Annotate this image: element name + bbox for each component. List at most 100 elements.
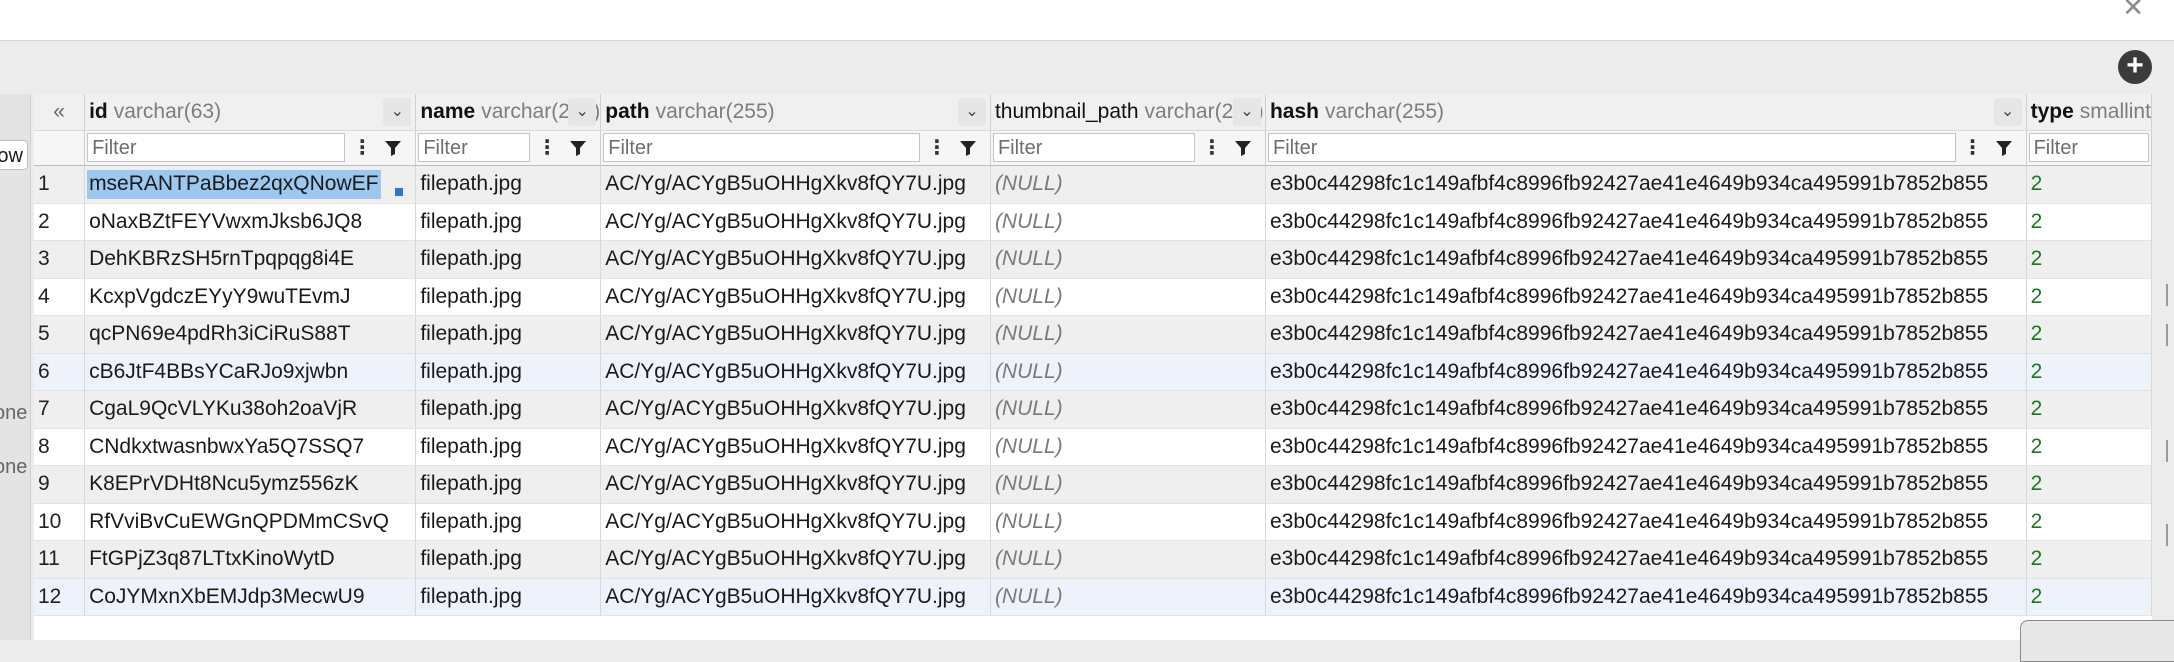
column-header-name[interactable]: name varchar(255) ⌄ [415, 94, 602, 131]
close-icon[interactable]: ✕ [2122, 0, 2144, 20]
cell-name[interactable]: filepath.jpg [415, 165, 602, 204]
table-row[interactable]: 4 KcxpVgdczEYyY9wuTEvmJ filepath.jpg AC/Yg/… [34, 278, 2152, 316]
cell-name[interactable]: filepath.jpg [415, 240, 602, 279]
table-row[interactable]: 5 qcPN69e4pdRh3iCiRuS88T filepath.jpg AC/Yg… [34, 315, 2152, 354]
cell-num[interactable]: 9 [34, 465, 86, 504]
cell-path[interactable]: AC/Yg/ACYgB5uOHHgXkv8fQY7U.jpg [600, 353, 991, 391]
cell-path[interactable]: AC/Yg/ACYgB5uOHHgXkv8fQY7U.jpg [600, 390, 991, 429]
cell-thumbnail-path[interactable]: (NULL) [990, 240, 1266, 279]
table-row[interactable]: 3 DehKBRzSH5rnTpqpqg8i4E filepath.jpg AC/Yg… [34, 240, 2152, 279]
cell-type[interactable]: 2 [2026, 428, 2152, 466]
kebab-menu-icon[interactable]: ⋮ [1962, 135, 1984, 161]
filter-input-name[interactable]: Filter [418, 133, 531, 162]
cell-name[interactable]: filepath.jpg [415, 203, 602, 241]
cell-type[interactable]: 2 [2026, 540, 2152, 579]
cell-num[interactable]: 10 [34, 503, 86, 541]
cell-num[interactable]: 11 [34, 540, 86, 579]
cell-type[interactable]: 2 [2026, 465, 2152, 504]
table-row[interactable]: 6 cB6JtF4BBsYCaRJo9xjwbn filepath.jpg AC/Yg… [34, 353, 2152, 391]
cell-num[interactable]: 12 [34, 578, 86, 616]
table-row[interactable]: 2 oNaxBZtFEYVwxmJksb6JQ8 filepath.jpg AC/Yg… [34, 203, 2152, 241]
filter-input-id[interactable]: Filter [87, 133, 346, 162]
cell-thumbnail-path[interactable]: (NULL) [990, 428, 1266, 466]
cell-name[interactable]: filepath.jpg [415, 578, 602, 616]
cell-hash[interactable]: e3b0c44298fc1c149afbf4c8996fb92427ae41e4… [1265, 540, 2027, 579]
cell-id[interactable]: DehKBRzSH5rnTpqpqg8i4E [84, 240, 417, 279]
chevron-down-icon[interactable]: ⌄ [1993, 98, 2022, 126]
cell-thumbnail-path[interactable]: (NULL) [990, 465, 1266, 504]
cell-path[interactable]: AC/Yg/ACYgB5uOHHgXkv8fQY7U.jpg [600, 315, 991, 354]
cell-num[interactable]: 7 [34, 390, 86, 429]
kebab-menu-icon[interactable]: ⋮ [926, 135, 948, 161]
cell-type[interactable]: 2 [2026, 240, 2152, 279]
cell-id[interactable]: cB6JtF4BBsYCaRJo9xjwbn [84, 353, 417, 391]
cell-type[interactable]: 2 [2026, 165, 2152, 204]
add-row-button[interactable]: + [2118, 50, 2152, 84]
cell-thumbnail-path[interactable]: (NULL) [990, 315, 1266, 354]
cell-type[interactable]: 2 [2026, 203, 2152, 241]
cell-id[interactable]: FtGPjZ3q87LTtxKinoWytD [84, 540, 417, 579]
cell-hash[interactable]: e3b0c44298fc1c149afbf4c8996fb92427ae41e4… [1265, 278, 2027, 316]
cell-thumbnail-path[interactable]: (NULL) [990, 165, 1266, 204]
filter-funnel-icon[interactable] [379, 135, 407, 161]
kebab-menu-icon[interactable]: ⋮ [351, 135, 373, 161]
cell-thumbnail-path[interactable]: (NULL) [990, 540, 1266, 579]
cell-hash[interactable]: e3b0c44298fc1c149afbf4c8996fb92427ae41e4… [1265, 503, 2027, 541]
filter-funnel-icon[interactable] [564, 135, 592, 161]
bottom-panel-tab[interactable] [2020, 620, 2174, 662]
cell-path[interactable]: AC/Yg/ACYgB5uOHHgXkv8fQY7U.jpg [600, 240, 991, 279]
cell-thumbnail-path[interactable]: (NULL) [990, 390, 1266, 429]
cell-thumbnail-path[interactable]: (NULL) [990, 578, 1266, 616]
cell-hash[interactable]: e3b0c44298fc1c149afbf4c8996fb92427ae41e4… [1265, 353, 2027, 391]
column-header-thumbnail-path[interactable]: thumbnail_path varchar(255) ⌄ [990, 94, 1266, 131]
cell-name[interactable]: filepath.jpg [415, 540, 602, 579]
cell-hash[interactable]: e3b0c44298fc1c149afbf4c8996fb92427ae41e4… [1265, 428, 2027, 466]
cell-hash[interactable]: e3b0c44298fc1c149afbf4c8996fb92427ae41e4… [1265, 578, 2027, 616]
cell-id[interactable]: oNaxBZtFEYVwxmJksb6JQ8 [84, 203, 417, 241]
cell-hash[interactable]: e3b0c44298fc1c149afbf4c8996fb92427ae41e4… [1265, 165, 2027, 204]
collapse-columns-icon[interactable]: « [34, 94, 86, 131]
table-row[interactable]: 7 CgaL9QcVLYKu38oh2oaVjR filepath.jpg AC/Yg… [34, 390, 2152, 429]
cell-id[interactable]: KcxpVgdczEYyY9wuTEvmJ [84, 278, 417, 316]
cell-thumbnail-path[interactable]: (NULL) [990, 203, 1266, 241]
cell-hash[interactable]: e3b0c44298fc1c149afbf4c8996fb92427ae41e4… [1265, 465, 2027, 504]
cell-path[interactable]: AC/Yg/ACYgB5uOHHgXkv8fQY7U.jpg [600, 540, 991, 579]
filter-funnel-icon[interactable] [1229, 135, 1257, 161]
cell-num[interactable]: 4 [34, 278, 86, 316]
cell-thumbnail-path[interactable]: (NULL) [990, 353, 1266, 391]
kebab-menu-icon[interactable]: ⋮ [1201, 135, 1223, 161]
cell-thumbnail-path[interactable]: (NULL) [990, 503, 1266, 541]
cell-name[interactable]: filepath.jpg [415, 353, 602, 391]
column-header-path[interactable]: path varchar(255) ⌄ [600, 94, 991, 131]
cell-name[interactable]: filepath.jpg [415, 315, 602, 354]
cell-path[interactable]: AC/Yg/ACYgB5uOHHgXkv8fQY7U.jpg [600, 578, 991, 616]
cell-num[interactable]: 3 [34, 240, 86, 279]
cell-path[interactable]: AC/Yg/ACYgB5uOHHgXkv8fQY7U.jpg [600, 465, 991, 504]
cell-type[interactable]: 2 [2026, 578, 2152, 616]
table-row[interactable]: 1 mseRANTPaBbez2qxQNowEF filepath.jpg AC/Yg… [34, 165, 2152, 204]
cell-path[interactable]: AC/Yg/ACYgB5uOHHgXkv8fQY7U.jpg [600, 428, 991, 466]
cell-path[interactable]: AC/Yg/ACYgB5uOHHgXkv8fQY7U.jpg [600, 203, 991, 241]
cell-id[interactable]: CgaL9QcVLYKu38oh2oaVjR [84, 390, 417, 429]
cell-id[interactable]: CNdkxtwasnbwxYa5Q7SSQ7 [84, 428, 417, 466]
cell-id[interactable]: K8EPrVDHt8Ncu5ymz556zK [84, 465, 417, 504]
cell-id[interactable]: mseRANTPaBbez2qxQNowEF [84, 165, 417, 204]
cell-type[interactable]: 2 [2026, 353, 2152, 391]
cell-name[interactable]: filepath.jpg [415, 390, 602, 429]
cell-type[interactable]: 2 [2026, 315, 2152, 354]
cell-type[interactable]: 2 [2026, 503, 2152, 541]
cell-num[interactable]: 6 [34, 353, 86, 391]
filter-funnel-icon[interactable] [954, 135, 982, 161]
cell-hash[interactable]: e3b0c44298fc1c149afbf4c8996fb92427ae41e4… [1265, 390, 2027, 429]
cell-type[interactable]: 2 [2026, 278, 2152, 316]
cell-num[interactable]: 5 [34, 315, 86, 354]
cell-id[interactable]: qcPN69e4pdRh3iCiRuS88T [84, 315, 417, 354]
cell-name[interactable]: filepath.jpg [415, 465, 602, 504]
cell-path[interactable]: AC/Yg/ACYgB5uOHHgXkv8fQY7U.jpg [600, 503, 991, 541]
table-row[interactable]: 11 FtGPjZ3q87LTtxKinoWytD filepath.jpg AC/Y… [34, 540, 2152, 579]
filter-input-thumbnail-path[interactable]: Filter [992, 133, 1195, 162]
left-panel-button[interactable]: ow [0, 140, 28, 170]
selection-handle[interactable] [394, 188, 403, 197]
cell-num[interactable]: 8 [34, 428, 86, 466]
chevron-down-icon[interactable]: ⌄ [568, 98, 597, 126]
